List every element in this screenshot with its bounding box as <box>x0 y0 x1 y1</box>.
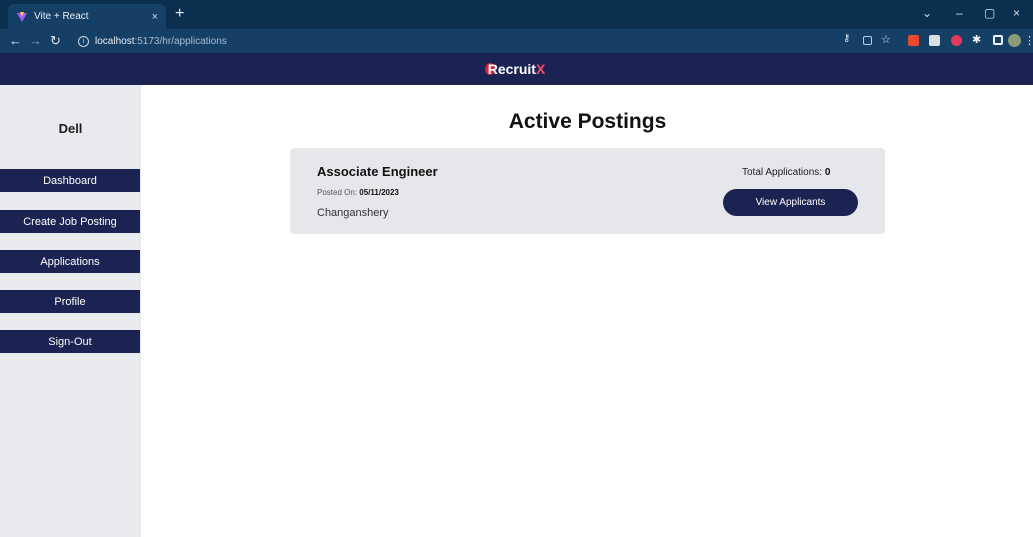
total-applications-label: Total Applications: <box>742 167 823 178</box>
restore-button[interactable]: ▢ <box>984 6 995 20</box>
extensions-puzzle-icon[interactable]: ✱ <box>972 33 983 46</box>
sidebar-item-dashboard[interactable]: Dashboard <box>0 169 140 192</box>
key-icon[interactable]: ⚷ <box>843 33 854 44</box>
sidebar: Dell Dashboard Create Job Posting Applic… <box>0 85 141 537</box>
tab-title: Vite + React <box>34 11 89 22</box>
sidebar-item-create-job-posting[interactable]: Create Job Posting <box>0 210 140 233</box>
browser-menu-icon[interactable]: ⋮ <box>1024 34 1033 47</box>
total-applications-count: 0 <box>824 167 831 178</box>
url-host: localhost <box>95 35 135 47</box>
share-icon[interactable] <box>863 36 872 45</box>
profile-avatar-icon[interactable] <box>1008 34 1021 47</box>
vite-favicon-icon <box>16 11 28 23</box>
job-title: Associate Engineer <box>317 164 438 179</box>
reload-icon[interactable]: ↻ <box>50 33 61 49</box>
minimize-button[interactable]: – <box>956 6 963 20</box>
browser-toolbar: ← → ↻ i localhost:5173/hr/applications ⚷… <box>0 29 1033 53</box>
tab-close-icon[interactable]: × <box>152 11 158 23</box>
tab-search-chevron-icon[interactable]: ⌄ <box>922 6 932 20</box>
app-header: RecruitX <box>0 53 1033 85</box>
view-applicants-button[interactable]: View Applicants <box>723 189 858 216</box>
company-name: Dell <box>58 121 83 136</box>
posted-on-date: 05/11/2023 <box>359 188 399 197</box>
sidebar-item-applications[interactable]: Applications <box>0 250 140 273</box>
posted-on: Posted On: 05/11/2023 <box>317 188 399 197</box>
window-close-button[interactable]: × <box>1013 6 1020 20</box>
site-info-icon[interactable]: i <box>78 35 89 47</box>
bookmark-star-icon[interactable]: ☆ <box>881 33 892 46</box>
page-title: Active Postings <box>508 110 667 133</box>
forward-arrow-icon[interactable]: → <box>29 33 42 48</box>
browser-tab-bar: Vite + React × + ⌄ – ▢ × <box>0 0 1033 29</box>
sidebar-item-sign-out[interactable]: Sign-Out <box>0 330 140 353</box>
recruitx-logo[interactable]: RecruitX <box>484 61 546 77</box>
browser-tab[interactable]: Vite + React × <box>8 4 166 29</box>
job-location: Changanshery <box>317 207 389 219</box>
sidebar-item-profile[interactable]: Profile <box>0 290 140 313</box>
total-applications: Total Applications: 0 <box>742 167 830 178</box>
brand-main: Recruit <box>487 61 536 77</box>
posted-on-label: Posted On: <box>317 188 358 197</box>
url-path: :5173/hr/applications <box>134 35 227 47</box>
side-panel-icon[interactable] <box>993 35 1003 45</box>
brand-accent: X <box>535 61 546 77</box>
address-bar[interactable]: i localhost:5173/hr/applications <box>78 32 227 50</box>
new-tab-button[interactable]: + <box>175 5 184 23</box>
extension-pink-icon[interactable] <box>951 35 962 46</box>
extension-red-icon[interactable] <box>908 35 919 46</box>
back-arrow-icon[interactable]: ← <box>9 33 22 48</box>
extension-gray-icon[interactable] <box>929 35 940 46</box>
job-posting-card: Associate Engineer Posted On: 05/11/2023… <box>290 148 885 234</box>
